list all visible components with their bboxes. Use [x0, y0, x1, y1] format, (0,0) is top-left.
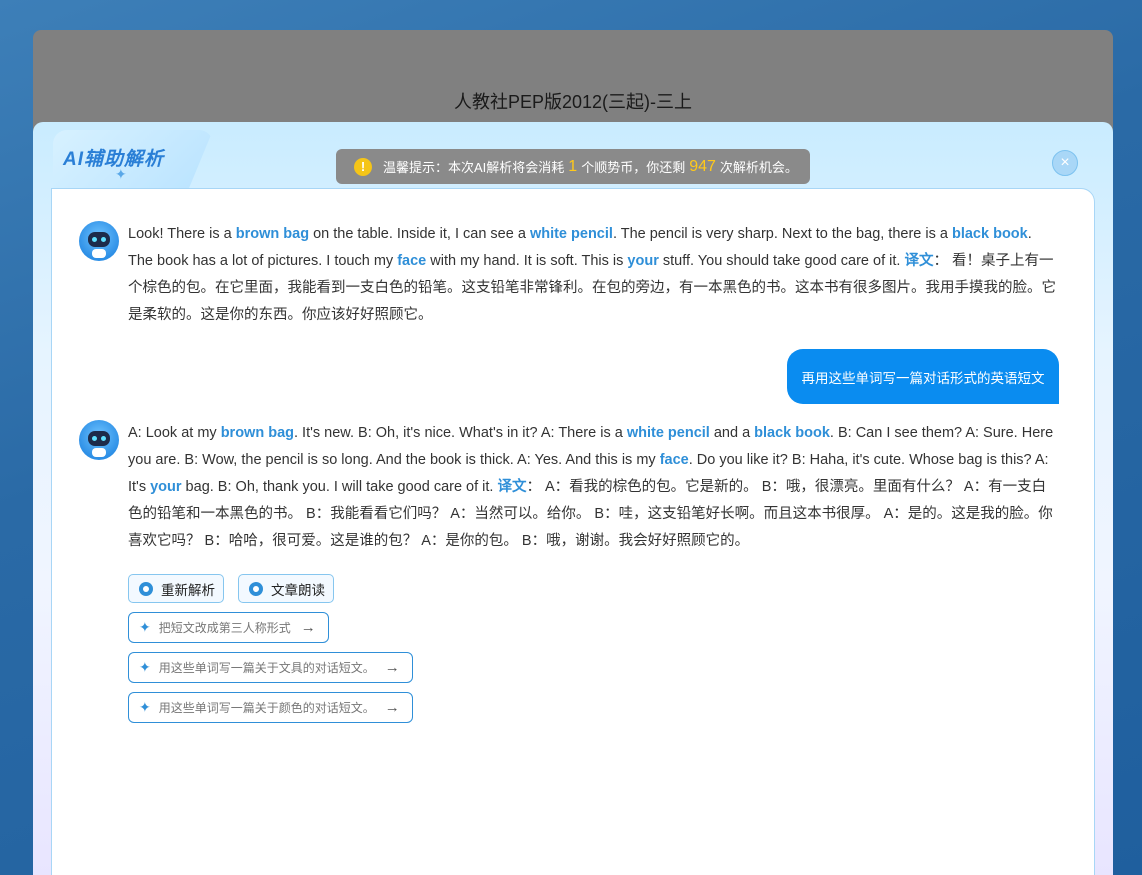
- notice-cost: 1: [568, 157, 578, 175]
- keyword: black book: [754, 425, 830, 441]
- sparkle-icon: ✦: [139, 699, 151, 715]
- text-segment: and a: [709, 425, 755, 441]
- notice-banner: ! 温馨提示：本次AI解析将会消耗 1 个顺势币，你还剩 947 次解析机会。: [336, 149, 810, 184]
- keyword: brown bag: [235, 226, 310, 242]
- suggestion-label: 用这些单词写一篇关于文具的对话短文。: [158, 661, 375, 675]
- arrow-right-icon: →: [384, 659, 400, 676]
- suggestion-label: 用这些单词写一篇关于颜色的对话短文。: [158, 701, 375, 715]
- ai-message-text: A: Look at my brown bag. It's new. B: Oh…: [128, 420, 1058, 555]
- page-title: 人教社PEP版2012(三起)-三上: [453, 92, 693, 112]
- text-segment: . It's new. B: Oh, it's nice. What's in …: [294, 425, 627, 441]
- keyword: face: [397, 253, 427, 269]
- text-segment: stuff. You should take good care of it.: [658, 253, 905, 269]
- notice-prefix: 温馨提示：本次AI解析将会消耗: [383, 160, 565, 175]
- keyword: black book: [951, 226, 1028, 242]
- ai-analysis-tab-label: AI辅助解析: [63, 149, 165, 170]
- text-segment: Look! There is a: [128, 226, 236, 242]
- read-aloud-button[interactable]: 文章朗读: [238, 574, 334, 603]
- suggestion-chip[interactable]: ✦ 用这些单词写一篇关于文具的对话短文。 →: [128, 652, 413, 683]
- refresh-icon: [139, 581, 153, 596]
- ai-analysis-modal: AI辅助解析 ✦ ! 温馨提示：本次AI解析将会消耗 1 个顺势币，你还剩 94…: [33, 122, 1113, 875]
- ai-message-2: A: Look at my brown bag. It's new. B: Oh…: [79, 420, 1059, 555]
- text-segment: on the table. Inside it, I can see a: [309, 226, 530, 242]
- robot-avatar-icon: [79, 420, 119, 460]
- keyword: white pencil: [626, 425, 710, 441]
- read-aloud-label: 文章朗读: [271, 582, 325, 598]
- keyword: your: [627, 253, 659, 269]
- suggestion-label: 把短文改成第三人称形式: [158, 621, 291, 635]
- reanalyze-button[interactable]: 重新解析: [128, 574, 224, 603]
- reanalyze-label: 重新解析: [161, 582, 215, 598]
- keyword: brown bag: [220, 425, 294, 441]
- arrow-right-icon: →: [300, 619, 316, 636]
- ai-message-1: Look! There is a brown bag on the table.…: [79, 221, 1059, 329]
- sparkle-icon: ✦: [115, 166, 127, 182]
- keyword: 译文: [904, 253, 934, 269]
- action-row: 重新解析 文章朗读: [128, 574, 334, 603]
- notice-remaining: 947: [689, 157, 716, 175]
- sparkle-icon: ✦: [139, 619, 151, 635]
- suggestion-chip[interactable]: ✦ 把短文改成第三人称形式 →: [128, 612, 329, 643]
- keyword: your: [150, 479, 182, 495]
- chat-panel: Look! There is a brown bag on the table.…: [51, 188, 1095, 875]
- user-message-bubble: 再用这些单词写一篇对话形式的英语短文: [787, 349, 1059, 404]
- close-button[interactable]: ×: [1052, 150, 1078, 176]
- sparkle-icon: ✦: [139, 659, 151, 675]
- text-segment: with my hand. It is soft. This is: [426, 253, 628, 269]
- text-segment: bag. B: Oh, thank you. I will take good …: [181, 479, 498, 495]
- notice-middle: 个顺势币，你还剩: [581, 160, 686, 175]
- suggestion-chip[interactable]: ✦ 用这些单词写一篇关于颜色的对话短文。 →: [128, 692, 413, 723]
- text-segment: . The pencil is very sharp. Next to the …: [612, 226, 952, 242]
- keyword: 译文: [497, 479, 527, 495]
- close-icon: ×: [1060, 154, 1070, 171]
- keyword: white pencil: [529, 226, 613, 242]
- ai-message-text: Look! There is a brown bag on the table.…: [128, 221, 1058, 329]
- speaker-icon: [249, 581, 263, 596]
- notice-suffix: 次解析机会。: [719, 160, 798, 175]
- robot-avatar-icon: [79, 221, 119, 261]
- text-segment: A: Look at my: [128, 425, 221, 441]
- warning-icon: !: [354, 157, 372, 176]
- keyword: face: [659, 452, 689, 468]
- arrow-right-icon: →: [384, 699, 400, 716]
